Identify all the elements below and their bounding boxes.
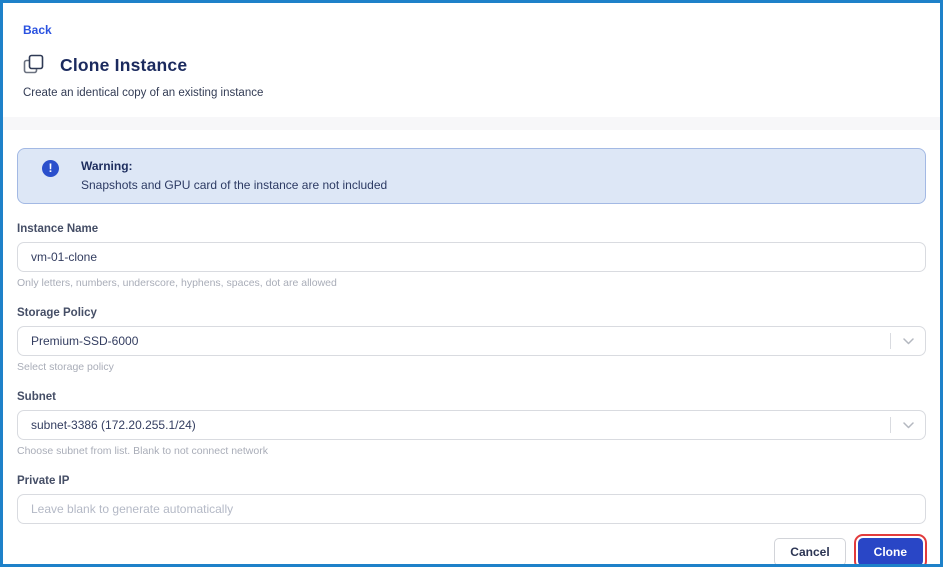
private-ip-input-wrap <box>17 494 926 524</box>
instance-name-input-wrap <box>17 242 926 272</box>
page-title: Clone Instance <box>60 54 188 75</box>
warning-banner: ! Warning: Snapshots and GPU card of the… <box>17 148 926 204</box>
field-private-ip: Private IP <box>17 475 926 524</box>
storage-policy-select[interactable]: Premium-SSD-6000 <box>17 326 926 356</box>
clone-instance-page: Back Clone Instance Create an identical … <box>0 0 943 567</box>
instance-name-helper: Only letters, numbers, underscore, hyphe… <box>17 277 337 289</box>
private-ip-input[interactable] <box>18 495 925 523</box>
warning-message: Snapshots and GPU card of the instance a… <box>81 178 388 192</box>
page-subtitle: Create an identical copy of an existing … <box>23 87 264 99</box>
field-storage-policy: Storage Policy Premium-SSD-6000 Select s… <box>17 307 926 373</box>
subnet-helper: Choose subnet from list. Blank to not co… <box>17 445 268 457</box>
instance-name-input[interactable] <box>18 243 925 271</box>
field-instance-name: Instance Name Only letters, numbers, und… <box>17 223 926 289</box>
section-divider <box>3 117 940 130</box>
form-footer: Cancel Clone <box>17 534 928 564</box>
subnet-select[interactable]: subnet-3386 (172.20.255.1/24) <box>17 410 926 440</box>
back-link[interactable]: Back <box>23 23 52 37</box>
subnet-label: Subnet <box>17 391 56 403</box>
field-subnet: Subnet subnet-3386 (172.20.255.1/24) Cho… <box>17 391 926 457</box>
warning-title: Warning: <box>81 159 133 173</box>
clone-copy-icon <box>23 54 44 74</box>
storage-policy-label: Storage Policy <box>17 307 97 319</box>
clone-form: Instance Name Only letters, numbers, und… <box>3 223 940 524</box>
storage-policy-value: Premium-SSD-6000 <box>31 334 139 348</box>
chevron-down-icon[interactable] <box>891 337 925 345</box>
private-ip-label: Private IP <box>17 475 70 487</box>
title-row: Clone Instance <box>23 54 920 76</box>
chevron-down-icon[interactable] <box>891 421 925 429</box>
cancel-button[interactable]: Cancel <box>774 538 846 564</box>
storage-policy-helper: Select storage policy <box>17 361 114 373</box>
instance-name-label: Instance Name <box>17 223 99 235</box>
subnet-value: subnet-3386 (172.20.255.1/24) <box>31 418 196 432</box>
info-exclamation-icon: ! <box>42 160 59 177</box>
warning-text: Warning: Snapshots and GPU card of the i… <box>81 159 387 192</box>
page-header: Back Clone Instance Create an identical … <box>3 3 940 99</box>
clone-button[interactable]: Clone <box>853 534 928 564</box>
